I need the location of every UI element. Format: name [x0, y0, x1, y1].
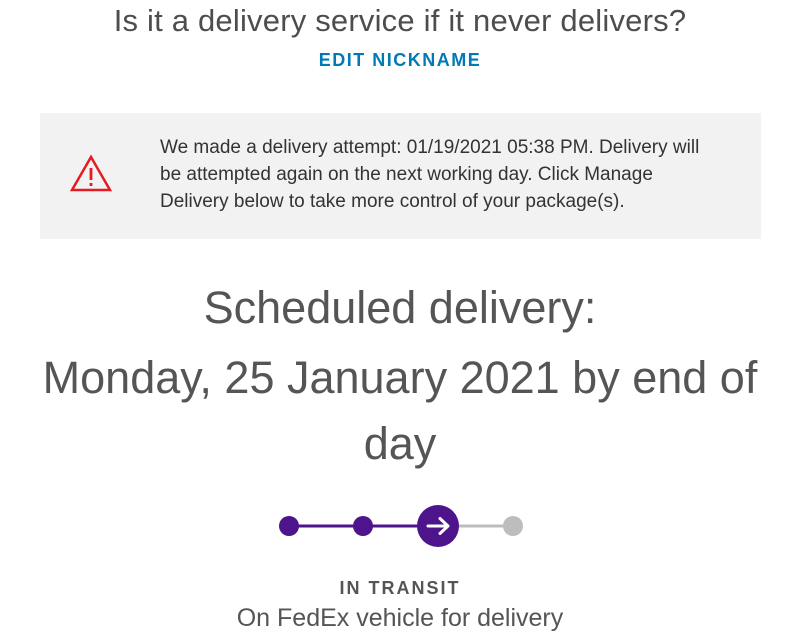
progress-step-4	[503, 516, 523, 536]
delivery-attempt-alert: We made a delivery attempt: 01/19/2021 0…	[40, 113, 761, 239]
alert-message: We made a delivery attempt: 01/19/2021 0…	[160, 137, 700, 212]
warning-triangle-icon	[69, 154, 113, 192]
shipment-progress-tracker	[0, 500, 800, 552]
scheduled-delivery-date: Monday, 25 January 2021 by end of day	[42, 352, 758, 469]
scheduled-delivery-label: Scheduled delivery:	[203, 282, 597, 333]
status-title: IN TRANSIT	[339, 578, 461, 598]
status-detail: On FedEx vehicle for delivery	[236, 604, 564, 632]
edit-nickname-link[interactable]: EDIT NICKNAME	[0, 50, 800, 71]
progress-step-2	[353, 516, 373, 536]
shipment-nickname: Is it a delivery service if it never del…	[113, 3, 687, 38]
progress-step-1	[279, 516, 299, 536]
